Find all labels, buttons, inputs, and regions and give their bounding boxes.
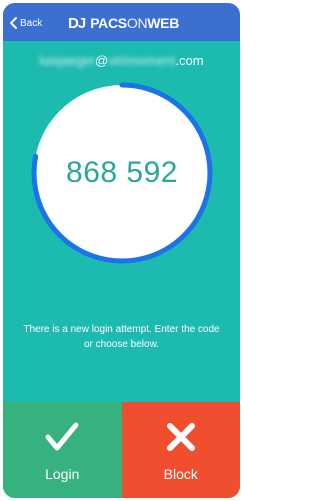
- logo-text: PACSONWEB: [90, 15, 180, 31]
- app-screen: Back DJ PACSONWEB luisjaeger@virinnoment…: [3, 3, 240, 498]
- login-attempt-message: There is a new login attempt. Enter the …: [23, 324, 220, 350]
- action-buttons: Login Block: [3, 402, 240, 498]
- verification-code: 868 592: [66, 156, 178, 189]
- checkmark-icon: [45, 422, 79, 451]
- email-tld: .com: [175, 53, 204, 68]
- email-at: @: [95, 53, 109, 68]
- block-label: Block: [163, 466, 198, 482]
- logo-mark: DJ: [68, 14, 86, 32]
- login-button[interactable]: Login: [3, 402, 122, 498]
- block-button[interactable]: Block: [121, 402, 240, 498]
- chevron-left-icon: [10, 17, 17, 29]
- x-icon: [166, 423, 195, 451]
- navigation-bar: Back DJ PACSONWEB: [3, 3, 240, 41]
- email-domain-redacted: virinnoment: [108, 53, 176, 68]
- account-email: luisjaeger@virinnoment.com: [3, 53, 240, 68]
- back-label: Back: [20, 17, 43, 29]
- email-user-redacted: luisjaeger: [39, 53, 96, 68]
- login-label: Login: [45, 466, 80, 482]
- app-logo: DJ PACSONWEB: [68, 13, 179, 33]
- back-button[interactable]: Back: [9, 15, 42, 31]
